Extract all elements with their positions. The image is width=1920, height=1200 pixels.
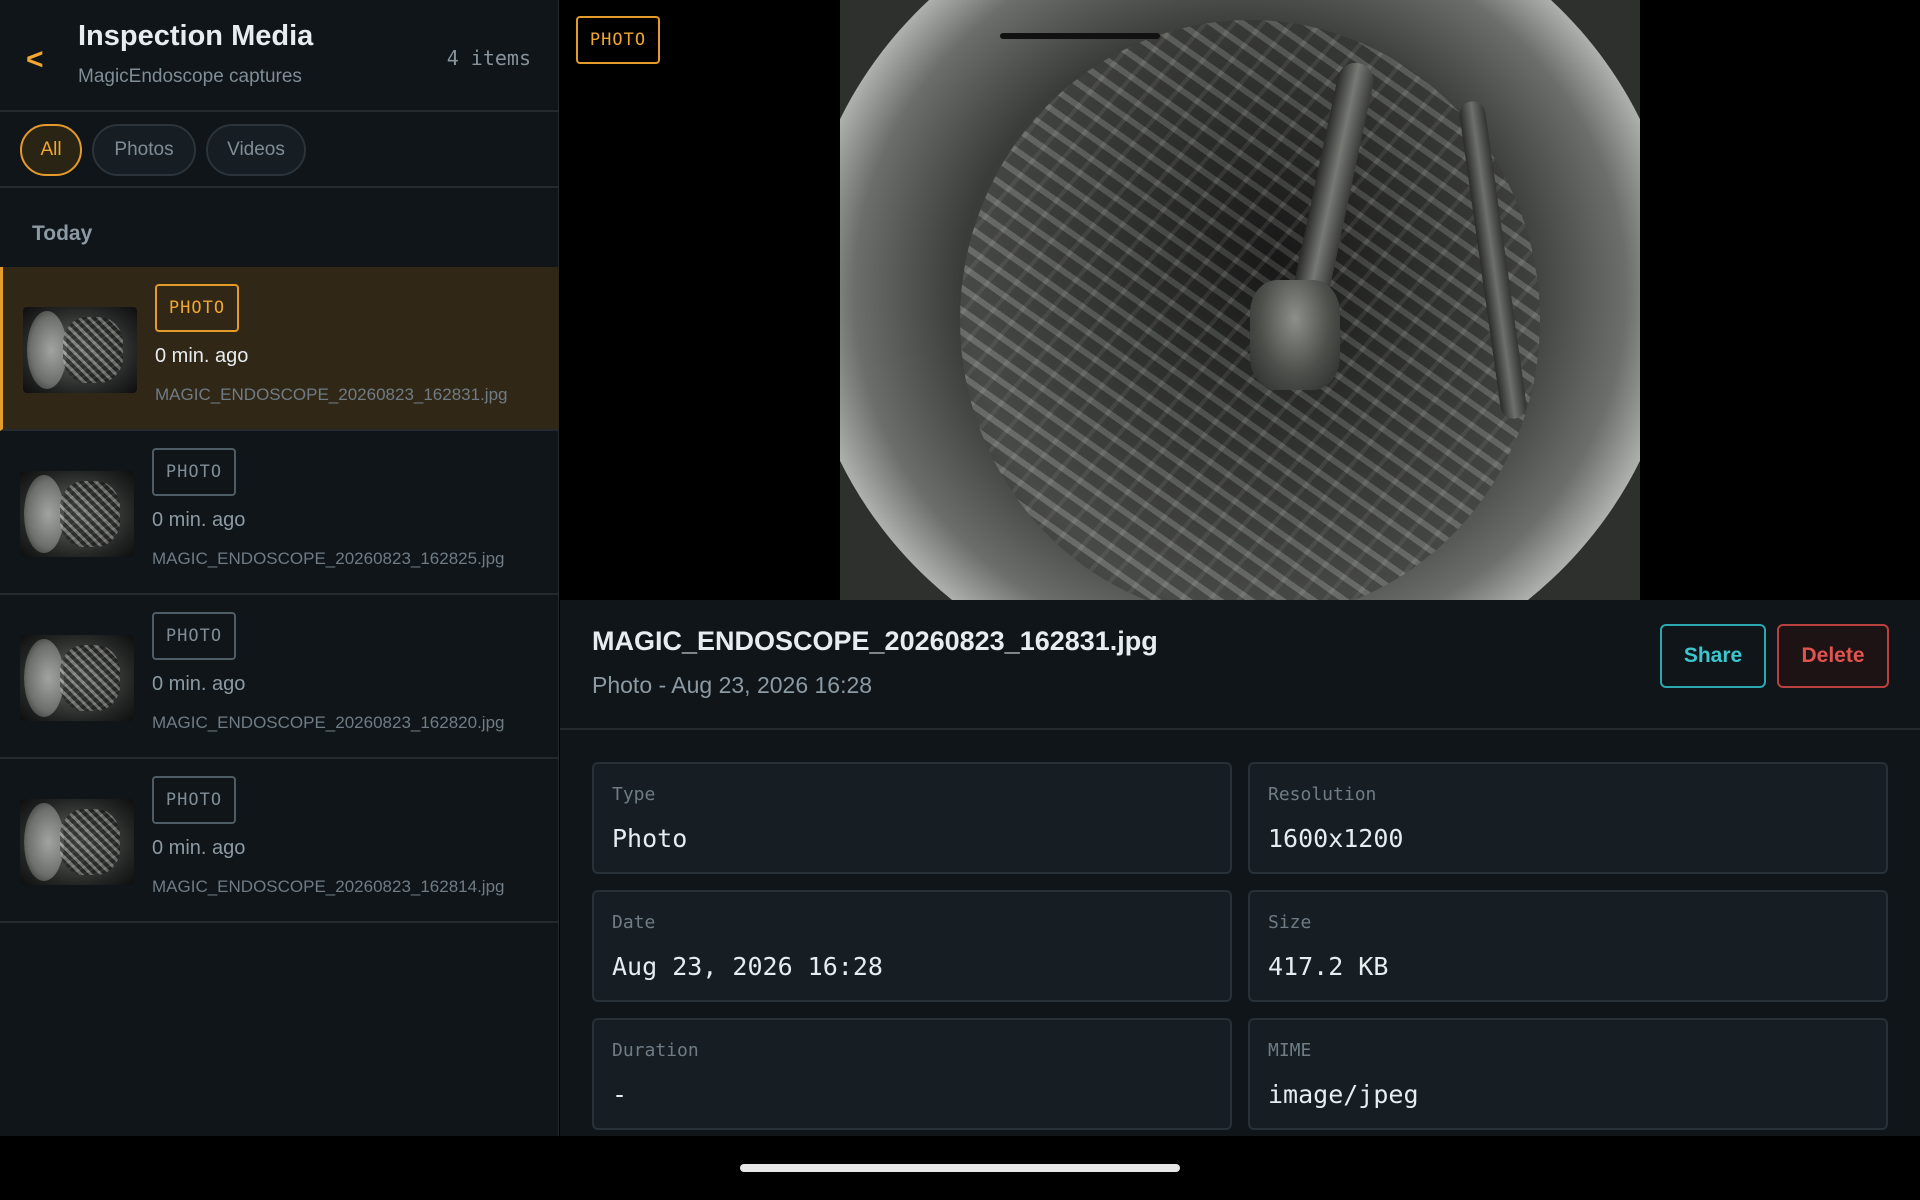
bore-core xyxy=(1250,280,1340,390)
property-card-duration: Duration - xyxy=(592,1018,1232,1130)
media-time: 0 min. ago xyxy=(152,509,246,531)
media-type-badge: PHOTO xyxy=(152,448,236,496)
property-value: 417.2 KB xyxy=(1268,952,1389,981)
home-indicator[interactable] xyxy=(740,1164,1180,1172)
media-type-badge: PHOTO xyxy=(152,612,236,660)
media-list: PHOTO 0 min. ago MAGIC_ENDOSCOPE_2026082… xyxy=(0,267,559,923)
property-label: Size xyxy=(1268,912,1312,933)
property-card-resolution: Resolution 1600x1200 xyxy=(1248,762,1888,874)
property-card-date: Date Aug 23, 2026 16:28 xyxy=(592,890,1232,1002)
page-subtitle: MagicEndoscope captures xyxy=(78,66,302,87)
property-card-mime: MIME image/jpeg xyxy=(1248,1018,1888,1130)
media-thumbnail xyxy=(20,635,134,721)
sidebar-header: < Inspection Media MagicEndoscope captur… xyxy=(0,0,559,112)
filter-bar: All Photos Videos xyxy=(0,112,559,188)
media-filename: MAGIC_ENDOSCOPE_20260823_162820.jpg xyxy=(152,713,505,732)
property-value: Photo xyxy=(612,824,688,853)
media-type-badge: PHOTO xyxy=(155,284,239,332)
media-type-badge: PHOTO xyxy=(152,776,236,824)
endoscope-image xyxy=(840,0,1640,600)
back-button[interactable]: < xyxy=(26,40,56,80)
media-thumbnail xyxy=(20,799,134,885)
media-thumbnail xyxy=(20,471,134,557)
property-card-size: Size 417.2 KB xyxy=(1248,890,1888,1002)
media-filename: MAGIC_ENDOSCOPE_20260823_162825.jpg xyxy=(152,549,505,568)
item-count: 4 items xyxy=(446,46,531,70)
list-item[interactable]: PHOTO 0 min. ago MAGIC_ENDOSCOPE_2026082… xyxy=(0,595,559,759)
delete-button[interactable]: Delete xyxy=(1777,624,1889,688)
detail-subtitle: Photo - Aug 23, 2026 16:28 xyxy=(592,672,873,698)
media-time: 0 min. ago xyxy=(152,673,246,695)
property-label: Type xyxy=(612,784,656,805)
media-time: 0 min. ago xyxy=(152,837,246,859)
property-value: - xyxy=(612,1080,628,1109)
media-thumbnail xyxy=(23,307,137,393)
share-button[interactable]: Share xyxy=(1660,624,1766,688)
list-item[interactable]: PHOTO 0 min. ago MAGIC_ENDOSCOPE_2026082… xyxy=(0,431,559,595)
property-value: Aug 23, 2026 16:28 xyxy=(612,952,883,981)
property-label: Duration xyxy=(612,1040,699,1061)
page-title: Inspection Media xyxy=(78,20,314,52)
filter-chip-videos[interactable]: Videos xyxy=(206,124,306,176)
preview-type-badge: PHOTO xyxy=(576,16,660,64)
app-root: < Inspection Media MagicEndoscope captur… xyxy=(0,0,1920,1136)
media-filename: MAGIC_ENDOSCOPE_20260823_162831.jpg xyxy=(155,385,508,404)
media-filename: MAGIC_ENDOSCOPE_20260823_162814.jpg xyxy=(152,877,505,896)
property-value: 1600x1200 xyxy=(1268,824,1404,853)
property-card-type: Type Photo xyxy=(592,762,1232,874)
property-label: Resolution xyxy=(1268,784,1377,805)
media-sidebar: < Inspection Media MagicEndoscope captur… xyxy=(0,0,559,1136)
property-label: Date xyxy=(612,912,656,933)
property-label: MIME xyxy=(1268,1040,1312,1061)
media-preview[interactable]: PHOTO xyxy=(560,0,1920,600)
property-value: image/jpeg xyxy=(1268,1080,1419,1109)
filter-chip-photos[interactable]: Photos xyxy=(92,124,196,176)
section-label-today: Today xyxy=(32,222,93,245)
media-time: 0 min. ago xyxy=(155,345,249,367)
list-item[interactable]: PHOTO 0 min. ago MAGIC_ENDOSCOPE_2026082… xyxy=(0,759,559,923)
list-item[interactable]: PHOTO 0 min. ago MAGIC_ENDOSCOPE_2026082… xyxy=(0,267,559,431)
detail-filename: MAGIC_ENDOSCOPE_20260823_162831.jpg xyxy=(592,626,1158,656)
detail-header: MAGIC_ENDOSCOPE_20260823_162831.jpg Phot… xyxy=(560,600,1920,730)
filter-chip-all[interactable]: All xyxy=(20,124,82,176)
media-detail-pane: PHOTO MAGIC_ENDOSCOPE_20260823_162831.jp… xyxy=(560,0,1920,1136)
image-overlay-bar xyxy=(1000,33,1160,39)
